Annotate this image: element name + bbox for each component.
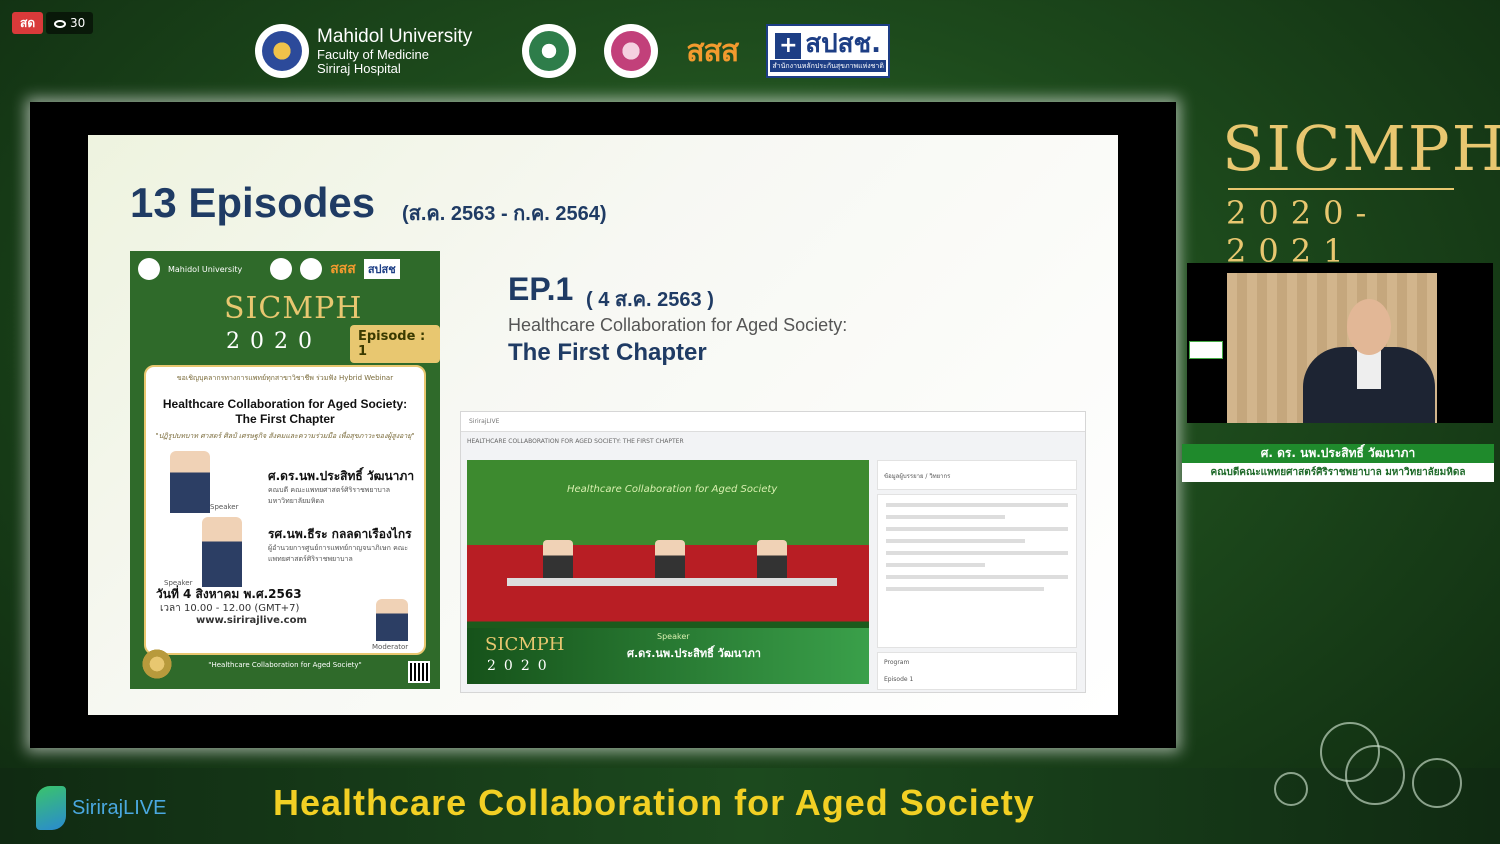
slide-title: 13 Episodes: [130, 179, 376, 226]
poster-year: 2020: [226, 329, 322, 354]
viewer-count: 30: [46, 12, 94, 34]
video-banner: Healthcare Collaboration for Aged Societ…: [567, 484, 778, 495]
presentation-slide: 13 Episodes (ส.ค. 2563 - ก.ค. 2564) Mahi…: [88, 135, 1118, 715]
sirirajlive-logo: SirirajLIVE: [36, 786, 166, 830]
chat-panel: [877, 494, 1077, 648]
speaker2-photo: [202, 517, 242, 587]
speaker-head: [1347, 299, 1391, 355]
speaker-shirt: [1357, 349, 1381, 389]
video-player: Healthcare Collaboration for Aged Societ…: [467, 460, 869, 684]
program-caption: Healthcare Collaboration for Aged Societ…: [273, 782, 1035, 823]
knot-ornament-icon: [1345, 745, 1405, 805]
moderator-label: Moderator: [372, 643, 409, 651]
speaker-info-panel: ข้อมูลผู้บรรยาย / วิทยากร: [877, 460, 1077, 490]
episode-title-line2: The First Chapter: [508, 339, 707, 366]
poster-title: Healthcare Collaboration for Aged Societ…: [146, 397, 424, 427]
poster-logo: SICMPH: [224, 291, 363, 326]
moderator-photo: [376, 599, 408, 641]
program-panel: Program Episode 1: [877, 652, 1077, 690]
shared-screen: 13 Episodes (ส.ค. 2563 - ก.ค. 2564) Mahi…: [30, 102, 1176, 748]
poster-header-text: Mahidol University: [168, 264, 243, 274]
brand-divider: [1228, 188, 1454, 190]
sirirajlive-logo-text: SirirajLIVE: [72, 796, 167, 819]
video-desk: [507, 578, 837, 586]
video-lower-third: SICMPH 2020 Speaker ศ.ดร.นพ.ประสิทธิ์ วั…: [467, 628, 869, 684]
speaker2-name: รศ.นพ.ธีระ กลลดาเรืองไกร: [268, 527, 412, 541]
program-episode: Episode 1: [884, 676, 914, 683]
sirirajlive-mark-icon: [36, 786, 66, 830]
poster-title-line1: Healthcare Collaboration for Aged Societ…: [162, 397, 408, 411]
poster-footer: "Healthcare Collaboration for Aged Socie…: [208, 661, 362, 669]
website-topbar: SirirajLIVE: [461, 412, 1085, 432]
knot-ornament-icon: [1274, 772, 1308, 806]
sicmph-brand-logo: SICMPH: [1222, 112, 1500, 185]
episode-poster: Mahidol University สสส สปสช SICMPH 2020 …: [130, 251, 440, 689]
poster-nhso: สปสช: [363, 259, 400, 279]
sicmph-brand-years: 2020-2021: [1226, 194, 1379, 270]
poster-invite: ขอเชิญบุคลากรทางการแพทย์ทุกสาขาวิชาชีพ ร…: [176, 374, 394, 382]
nhso-logo: + สปสช. สำนักงานหลักประกันสุขภาพแห่งชาติ: [766, 24, 891, 78]
live-badge: สด: [12, 12, 44, 34]
website-screenshot: SirirajLIVE HEALTHCARE COLLABORATION FOR…: [460, 411, 1086, 693]
video-speaker-label: Speaker: [657, 632, 690, 641]
thaihealth-logo: สสส: [686, 34, 739, 68]
nhso-name: สปสช.: [805, 29, 882, 59]
poster-url: www.sirirajlive.com: [196, 615, 307, 626]
qr-code-icon: [408, 661, 430, 683]
episode-date: ( 4 ส.ค. 2563 ): [586, 289, 714, 311]
speaker-title: คณบดีคณะแพทยศาสตร์ศิริราชพยาบาล มหาวิทยา…: [1182, 463, 1494, 482]
ministry-public-health-seal-icon: [522, 24, 577, 78]
episode-number: EP.1: [508, 271, 574, 307]
poster-card: ขอเชิญบุคลากรทางการแพทย์ทุกสาขาวิชาชีพ ร…: [144, 365, 426, 655]
poster-time: เวลา 10.00 - 12.00 (GMT+7): [160, 603, 300, 614]
camera-video: [1227, 273, 1437, 423]
program-label: Program: [884, 659, 910, 666]
speaker1-label: Speaker: [210, 503, 239, 511]
mahidol-hospital: Siriraj Hospital: [317, 61, 401, 76]
speaker1-name: ศ.ดร.นพ.ประสิทธิ์ วัฒนาภา: [268, 469, 415, 483]
mahidol-name: Mahidol University: [317, 26, 473, 47]
speaker-nameplate: ศ. ดร. นพ.ประสิทธิ์ วัฒนาภา คณบดีคณะแพทย…: [1182, 444, 1494, 482]
slide-date-range: (ส.ค. 2563 - ก.ค. 2564): [402, 203, 607, 225]
speaker-camera-feed: [1187, 263, 1493, 423]
mahidol-seal-icon: [255, 24, 309, 78]
poster-thaihealth: สสส: [330, 261, 356, 277]
knot-ornament-icon: [1412, 758, 1462, 808]
video-logo: SICMPH: [485, 634, 565, 655]
viewer-count-value: 30: [70, 16, 86, 30]
government-seal-icon: [604, 24, 659, 78]
nhso-subtitle: สำนักงานหลักประกันสุขภาพแห่งชาติ: [770, 60, 887, 72]
episode-title-line1: Healthcare Collaboration for Aged Societ…: [508, 315, 848, 335]
speaker1-photo: [170, 451, 210, 513]
speaker-name: ศ. ดร. นพ.ประสิทธิ์ วัฒนาภา: [1182, 444, 1494, 463]
mahidol-faculty: Faculty of Medicine: [317, 47, 429, 62]
website-heading: HEALTHCARE COLLABORATION FOR AGED SOCIET…: [467, 438, 684, 445]
sponsor-logo-bar: Mahidol University Faculty of Medicine S…: [255, 20, 891, 82]
speaker2-role: ผู้อำนวยการศูนย์การแพทย์กาญจนาภิเษก คณะแ…: [268, 544, 409, 563]
poster-episode-badge: Episode : 1: [350, 325, 440, 363]
speaker1-role: คณบดี คณะแพทยศาสตร์ศิริราชพยาบาล มหาวิทย…: [268, 486, 391, 505]
poster-title-line2: The First Chapter: [235, 412, 335, 426]
camera-thumbnail: [1189, 341, 1223, 359]
poster-seal-icon: [270, 258, 293, 280]
poster-subtitle: "ปฏิรูปบทบาท ศาสตร์ ศิลป์ เศรษฐกิจ สังคม…: [155, 432, 415, 440]
eye-icon: [54, 19, 66, 28]
plus-icon: +: [775, 33, 802, 59]
video-year: 2020: [487, 658, 555, 674]
video-speaker-name: ศ.ดร.นพ.ประสิทธิ์ วัฒนาภา: [627, 647, 761, 660]
mahidol-logo: Mahidol University Faculty of Medicine S…: [255, 24, 472, 78]
poster-seal-icon: [300, 258, 323, 280]
poster-seal-icon: [138, 258, 160, 280]
